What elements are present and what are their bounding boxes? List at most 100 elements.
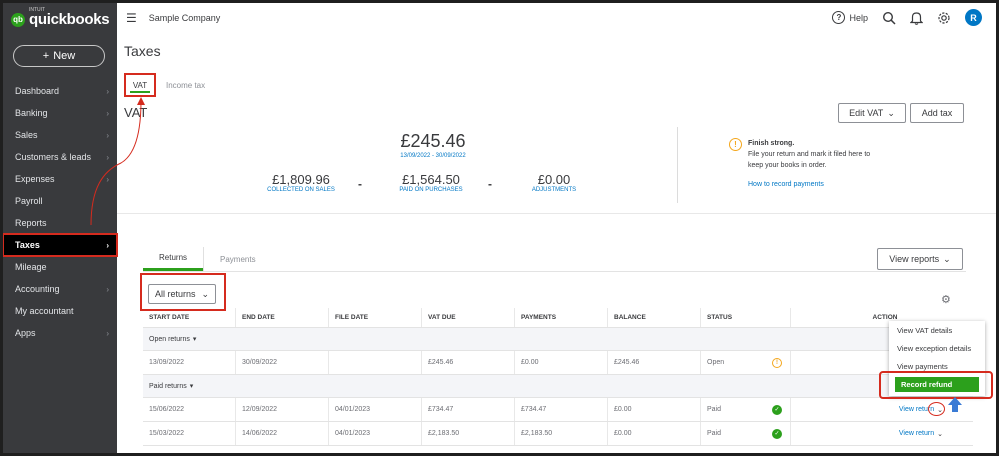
table-settings-gear-icon[interactable]: ⚙ — [941, 293, 951, 306]
vat-total-summary: £245.46 13/09/2022 - 30/09/2022 — [391, 131, 475, 159]
search-icon[interactable] — [882, 11, 896, 25]
group-label: Paid returns — [149, 382, 187, 390]
sidebar-item-label: Accounting — [15, 284, 60, 294]
table-header: START DATE END DATE FILE DATE VAT DUE PA… — [143, 308, 973, 328]
edit-vat-button[interactable]: Edit VAT ⌄ — [838, 103, 906, 123]
cell-balance: £0.00 — [608, 398, 701, 421]
chevron-right-icon: › — [106, 130, 109, 140]
add-tax-button[interactable]: Add tax — [910, 103, 964, 123]
view-reports-label: View reports — [889, 254, 940, 264]
paid-label[interactable]: PAID ON PURCHASES — [391, 187, 471, 193]
qb-logo-icon: qb — [11, 12, 25, 27]
divider — [117, 213, 996, 214]
tab-income-tax[interactable]: Income tax — [166, 73, 205, 97]
intuit-label: INTUIT — [29, 7, 46, 13]
bell-icon[interactable] — [910, 11, 923, 25]
chevron-right-icon: › — [106, 152, 109, 162]
sidebar-item-customers[interactable]: Customers & leads › — [3, 146, 117, 168]
help-icon: ? — [832, 11, 846, 24]
divider — [677, 127, 678, 203]
status-text: Paid — [707, 430, 722, 437]
sidebar-item-taxes[interactable]: Taxes › — [3, 233, 118, 257]
menu-item-view-exception-details[interactable]: View exception details — [889, 339, 985, 357]
sidebar-item-label: Mileage — [15, 262, 47, 272]
finish-notice: ! Finish strong. File your return and ma… — [729, 138, 870, 190]
collected-label[interactable]: COLLECTED ON SALES — [261, 187, 341, 193]
new-button-label: New — [53, 50, 76, 62]
sidebar-item-label: Taxes — [15, 240, 40, 250]
chevron-down-icon: ⌄ — [887, 107, 895, 118]
sidebar-item-label: My accountant — [15, 306, 74, 316]
adjustments-value: £0.00 — [537, 172, 571, 187]
avatar[interactable]: R — [965, 9, 982, 26]
sidebar-item-label: Customers & leads — [15, 152, 92, 162]
collected-value: £1,809.96 — [272, 172, 330, 187]
divider — [143, 271, 966, 272]
tab-payments[interactable]: Payments — [203, 247, 272, 271]
cell-payments: £2,183.50 — [515, 422, 608, 445]
returns-filter-select[interactable]: All returns ⌄ — [148, 284, 216, 304]
help-label: Help — [849, 12, 868, 23]
sidebar-item-sales[interactable]: Sales › — [3, 124, 117, 146]
column-header: PAYMENTS — [515, 308, 608, 327]
new-button[interactable]: + New — [13, 45, 105, 67]
paid-metric: £1,564.50 PAID ON PURCHASES — [391, 172, 471, 193]
sidebar-item-mileage[interactable]: Mileage — [3, 256, 117, 278]
top-bar: ☰ Sample Company ? Help R — [117, 3, 996, 33]
adjustments-metric: £0.00 ADJUSTMENTS — [519, 172, 589, 193]
group-label: Open returns — [149, 335, 190, 343]
sidebar-item-my-accountant[interactable]: My accountant — [3, 300, 117, 322]
view-return-link[interactable]: View return ⌄ — [899, 430, 943, 438]
sidebar-item-apps[interactable]: Apps › — [3, 322, 117, 344]
menu-collapse-icon[interactable]: ☰ — [126, 11, 137, 25]
check-circle-icon: ✓ — [772, 428, 782, 439]
cell-action: View return ⌄ — [791, 422, 973, 445]
notice-line: File your return and mark it filed here … — [748, 151, 871, 158]
tab-returns[interactable]: Returns — [143, 247, 204, 271]
filter-value: All returns — [154, 289, 196, 299]
vat-period[interactable]: 13/09/2022 - 30/09/2022 — [391, 153, 475, 159]
sidebar-item-dashboard[interactable]: Dashboard › — [3, 80, 117, 102]
column-header: VAT DUE — [422, 308, 515, 327]
group-paid-returns[interactable]: Paid returns ▾ — [143, 375, 973, 398]
sidebar-item-label: Banking — [15, 108, 48, 118]
cell-action: View return ⌄ — [791, 398, 973, 421]
notice-title: Finish strong. — [748, 140, 795, 147]
quickbooks-logo[interactable]: qb INTUIT quickbooks — [11, 7, 110, 28]
column-header: FILE DATE — [329, 308, 422, 327]
sidebar-item-expenses[interactable]: Expenses › — [3, 168, 117, 190]
edit-vat-label: Edit VAT — [849, 108, 884, 118]
sidebar-nav: Dashboard › Banking › Sales › Customers & l… — [3, 80, 118, 344]
view-reports-button[interactable]: View reports ⌄ — [877, 248, 963, 270]
help-button[interactable]: ? Help — [832, 11, 868, 24]
chevron-right-icon: › — [106, 328, 109, 338]
paid-value: £1,564.50 — [402, 172, 460, 187]
table-row: 15/06/2022 12/09/2022 04/01/2023 £734.47… — [143, 398, 973, 422]
cell-status: Open! — [701, 351, 791, 374]
sidebar-item-banking[interactable]: Banking › — [3, 102, 117, 124]
company-name: Sample Company — [148, 13, 221, 23]
sidebar-item-payroll[interactable]: Payroll — [3, 190, 117, 212]
chevron-right-icon: › — [106, 240, 109, 250]
cell-status: Paid ✓ — [701, 398, 791, 421]
how-to-record-payments-link[interactable]: How to record payments — [748, 179, 870, 190]
annotation-circle — [928, 402, 945, 416]
group-open-returns[interactable]: Open returns ▾ — [143, 328, 973, 351]
cell-payments: £0.00 — [515, 351, 608, 374]
menu-item-view-vat-details[interactable]: View VAT details — [889, 321, 985, 339]
gear-icon[interactable] — [937, 11, 951, 25]
cell-payments: £734.47 — [515, 398, 608, 421]
sidebar-item-accounting[interactable]: Accounting › — [3, 278, 117, 300]
adjustments-label[interactable]: ADJUSTMENTS — [519, 187, 589, 193]
sidebar-item-reports[interactable]: Reports — [3, 212, 117, 234]
column-header: BALANCE — [608, 308, 701, 327]
chevron-down-icon[interactable]: ⌄ — [937, 430, 943, 438]
returns-tabs: Returns Payments — [143, 247, 272, 271]
app-window: qb INTUIT quickbooks + New Dashboard › Ba… — [3, 3, 996, 453]
vat-total-amount: £245.46 — [400, 131, 466, 151]
tab-vat[interactable]: VAT — [124, 73, 156, 97]
cell-balance: £245.46 — [608, 351, 701, 374]
minus-sign: - — [358, 177, 362, 191]
sidebar-item-label: Expenses — [15, 174, 55, 184]
cell-vat-due: £734.47 — [422, 398, 515, 421]
